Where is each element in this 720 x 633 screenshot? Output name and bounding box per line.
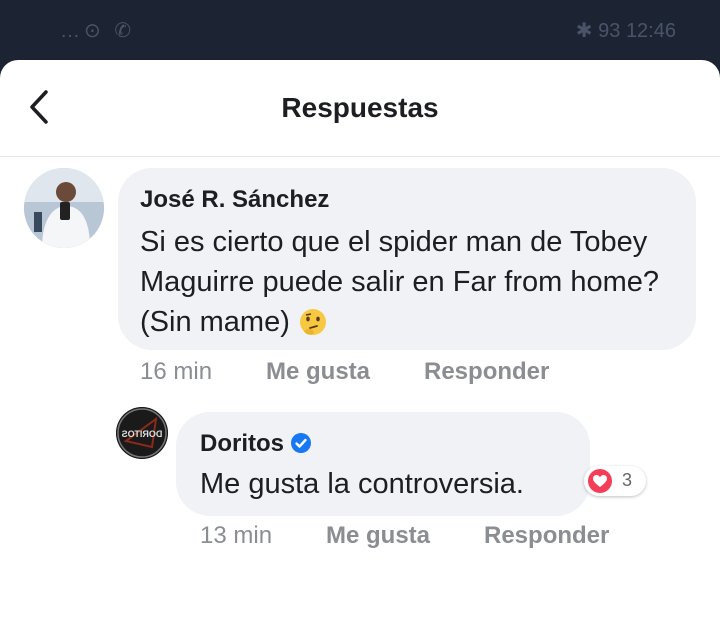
avatar[interactable]: [24, 168, 104, 248]
reaction-summary[interactable]: 3: [584, 466, 646, 496]
reply-button[interactable]: Responder: [484, 522, 609, 550]
status-icons-right: ✱ 93 12:46: [576, 18, 676, 43]
like-button[interactable]: Me gusta: [326, 522, 430, 550]
comment-time[interactable]: 13 min: [200, 522, 272, 550]
svg-text:DORITOS: DORITOS: [122, 429, 163, 439]
comment-text: Si es cierto que el spider man de Tobey …: [140, 222, 660, 348]
battery-level: 93: [598, 20, 621, 42]
clock: 12:46: [625, 20, 676, 42]
reaction-count: 3: [622, 470, 633, 490]
reply-button[interactable]: Responder: [424, 358, 549, 386]
bluetooth-icon: ✱: [575, 20, 593, 42]
comment-bubble: José R. Sánchez Si es cierto que el spid…: [118, 168, 696, 350]
thinking-face-icon: [298, 307, 328, 348]
status-icons-left: …⊙ ✆: [60, 20, 136, 42]
comment-time[interactable]: 16 min: [140, 358, 212, 386]
comment-bubble: Doritos Me gusta la controversia.: [176, 412, 590, 516]
comment-author[interactable]: José R. Sánchez: [140, 186, 329, 214]
header: Respuestas: [0, 60, 720, 157]
replies-sheet: Respuestas José R. Sánchez Si es cierto …: [0, 60, 720, 633]
page-title: Respuestas: [281, 92, 439, 123]
comment-text: Me gusta la controversia.: [200, 468, 524, 500]
like-button[interactable]: Me gusta: [266, 358, 370, 386]
avatar[interactable]: DORITOS: [116, 407, 168, 459]
comment-author[interactable]: Doritos: [200, 430, 312, 461]
love-reaction-icon: [588, 469, 612, 498]
status-bar: …⊙ ✆ ✱ 93 12:46: [0, 0, 720, 62]
verified-badge-icon: [290, 432, 312, 461]
